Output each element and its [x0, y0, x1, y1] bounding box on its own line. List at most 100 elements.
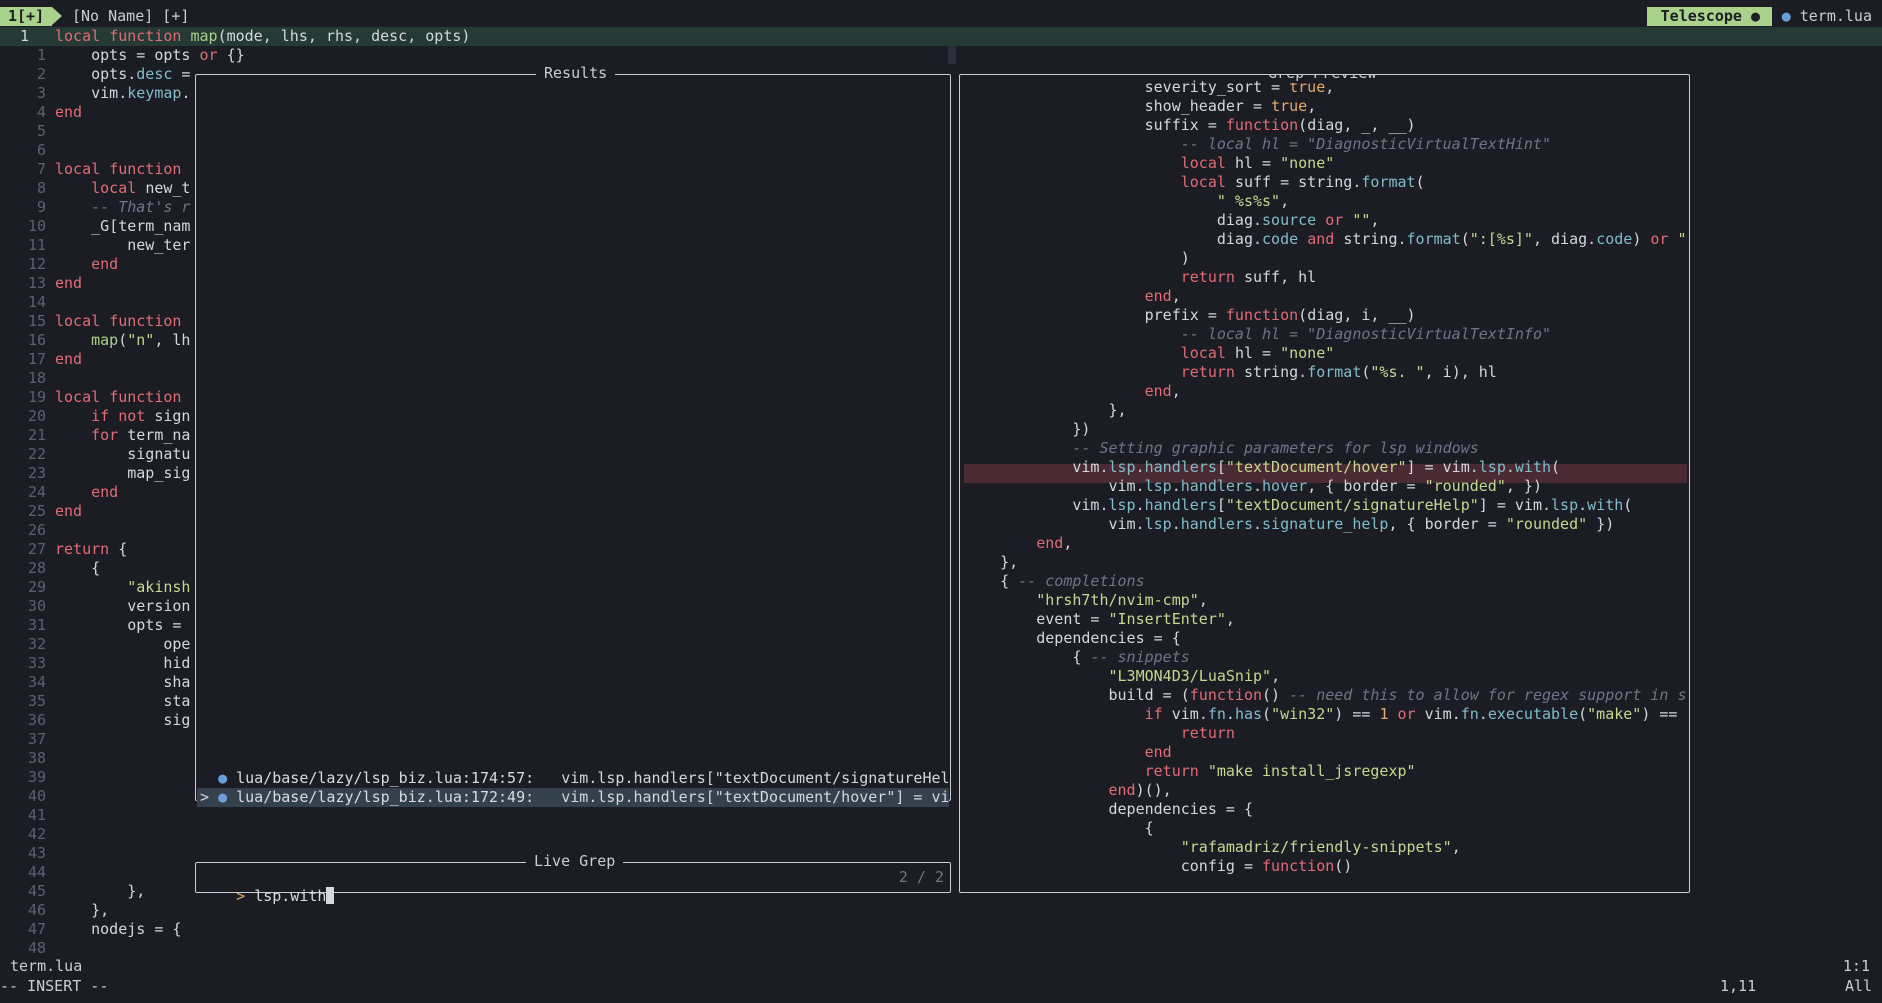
- code-line[interactable]: end: [55, 350, 82, 369]
- preview-line: vim.lsp.handlers.signature_help, { borde…: [1108, 515, 1615, 533]
- preview-line: return: [1180, 724, 1235, 742]
- code-line[interactable]: local function: [55, 388, 181, 407]
- lua-icon: ●: [1781, 7, 1791, 25]
- line-number: 38: [27, 749, 46, 767]
- preview-line: vim.lsp.handlers["textDocument/signature…: [1072, 496, 1633, 514]
- results-window: Results ● lua/base/lazy/lsp_biz.lua:174:…: [195, 64, 951, 807]
- code-line[interactable]: local function: [55, 312, 181, 331]
- code-line[interactable]: end: [55, 274, 82, 293]
- tab-active[interactable]: 1[+]: [0, 7, 53, 26]
- statusline-file: term.lua: [10, 957, 83, 975]
- code-line[interactable]: map("n", lh: [55, 331, 190, 350]
- code-line[interactable]: sta: [55, 692, 190, 711]
- preview-line: " %s%s",: [1216, 192, 1290, 210]
- preview-line: { -- completions: [964, 572, 1145, 590]
- line-number: 4: [36, 103, 46, 121]
- code-line[interactable]: signatu: [55, 445, 190, 464]
- code-line[interactable]: version: [55, 597, 190, 616]
- line-number: 16: [27, 331, 46, 349]
- line-number: 43: [27, 844, 46, 862]
- line-number: 36: [27, 711, 46, 729]
- preview-line: end)(),: [1108, 781, 1172, 799]
- tab-buffer-name[interactable]: [No Name] [+]: [72, 7, 189, 26]
- line-number: 41: [27, 806, 46, 824]
- code-line[interactable]: return {: [55, 540, 127, 559]
- line-number: 48: [27, 939, 46, 957]
- code-line[interactable]: hid: [55, 654, 190, 673]
- line-number: 14: [27, 293, 46, 311]
- scroll-indicator: All: [1845, 977, 1873, 995]
- line-number: 11: [27, 236, 46, 254]
- code-line[interactable]: local function: [55, 160, 181, 179]
- code-line[interactable]: -- That's r: [55, 198, 190, 217]
- text-cursor: [326, 887, 335, 904]
- code-line[interactable]: for term_na: [55, 426, 190, 445]
- code-line[interactable]: end: [55, 255, 118, 274]
- line-number: 5: [36, 122, 46, 140]
- preview-line: -- local hl = "DiagnosticVirtualTextInfo…: [1180, 325, 1552, 343]
- code-line[interactable]: opts = opts or {}: [55, 46, 245, 65]
- code-line[interactable]: end: [55, 483, 118, 502]
- code-line[interactable]: "akinsh: [55, 578, 190, 597]
- preview-line: build = (function() -- need this to allo…: [1108, 686, 1687, 704]
- tabline: 1[+] [No Name] [+] Telescope ● ● term.lu…: [0, 7, 1882, 26]
- line-number: 15: [27, 312, 46, 330]
- line-number: 12: [27, 255, 46, 273]
- preview-line: event = "InsertEnter",: [1036, 610, 1235, 628]
- code-line[interactable]: new_ter: [55, 236, 190, 255]
- code-line[interactable]: sig: [55, 711, 190, 730]
- code-line[interactable]: ope: [55, 635, 190, 654]
- line-number: 31: [27, 616, 46, 634]
- line-number: 27: [27, 540, 46, 558]
- preview-line: dependencies = {: [1036, 629, 1181, 647]
- line-number: 44: [27, 863, 46, 881]
- tab-telescope[interactable]: Telescope ●: [1646, 7, 1772, 26]
- code-line[interactable]: local function map(mode, lhs, rhs, desc,…: [55, 27, 470, 46]
- line-number: 37: [27, 730, 46, 748]
- prompt-marker: >: [236, 887, 246, 905]
- code-line[interactable]: opts.desc =: [55, 65, 190, 84]
- prompt-line[interactable]: > lsp.with: [200, 868, 335, 905]
- line-number: 21: [27, 426, 46, 444]
- line-number: 3: [36, 84, 46, 102]
- line-number: 30: [27, 597, 46, 615]
- code-line[interactable]: map_sig: [55, 464, 190, 483]
- code-line[interactable]: end: [55, 103, 82, 122]
- line-number: 28: [27, 559, 46, 577]
- search-input[interactable]: lsp.with: [254, 887, 326, 905]
- line-number: 7: [36, 160, 46, 178]
- preview-line: { -- snippets: [964, 648, 1190, 666]
- preview-line: local hl = "none": [1180, 154, 1335, 172]
- tab-file-name[interactable]: ● term.lua: [1782, 7, 1872, 26]
- code-line[interactable]: if not sign: [55, 407, 190, 426]
- preview-line: diag.code and string.format(":[%s]", dia…: [1216, 230, 1687, 248]
- result-item[interactable]: > ● lua/base/lazy/lsp_biz.lua:172:49: vi…: [197, 788, 950, 807]
- live-grep-prompt: Live Grep > lsp.with 2 / 2: [195, 852, 951, 905]
- preview-line: return suff, hl: [1180, 268, 1317, 286]
- code-line[interactable]: nodejs = {: [55, 920, 181, 939]
- preview-window: Grep Preview severity_sort = true, show_…: [959, 74, 1690, 893]
- line-number: 20: [27, 407, 46, 425]
- code-line[interactable]: {: [55, 559, 100, 578]
- result-item[interactable]: ● lua/base/lazy/lsp_biz.lua:174:57: vim.…: [200, 769, 950, 788]
- code-line[interactable]: vim.keymap.: [55, 84, 190, 103]
- results-title: Results: [536, 64, 616, 83]
- preview-title: Grep Preview: [1260, 75, 1385, 83]
- preview-line: }): [964, 420, 1091, 438]
- code-line[interactable]: end: [55, 502, 82, 521]
- lua-file-icon: ●: [218, 769, 228, 787]
- code-line[interactable]: },: [55, 882, 145, 901]
- line-number: 10: [27, 217, 46, 235]
- code-line[interactable]: _G[term_nam: [55, 217, 190, 236]
- statusline-position: 1:1: [1842, 957, 1870, 975]
- preview-line: end: [1144, 743, 1172, 761]
- preview-line: "L3MON4D3/LuaSnip",: [1108, 667, 1281, 685]
- line-number: 40: [27, 787, 46, 805]
- code-line[interactable]: sha: [55, 673, 190, 692]
- line-number: 8: [36, 179, 46, 197]
- code-line[interactable]: opts =: [55, 616, 181, 635]
- line-number: 13: [27, 274, 46, 292]
- code-line[interactable]: local new_t: [55, 179, 190, 198]
- preview-line: diag.source or "",: [1216, 211, 1380, 229]
- code-line[interactable]: },: [55, 901, 109, 920]
